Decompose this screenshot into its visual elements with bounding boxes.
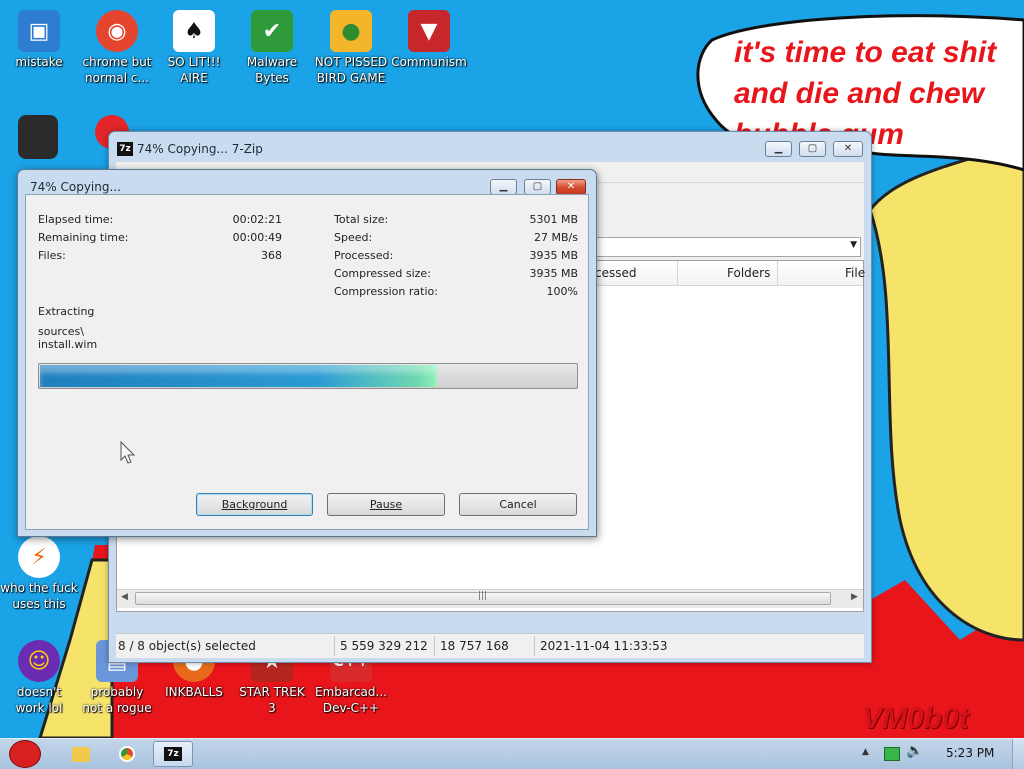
dialog-close-button[interactable]: ✕ xyxy=(556,179,586,195)
volume-icon[interactable]: 🔈 xyxy=(906,743,923,759)
shield-check-icon: ✔ xyxy=(251,10,293,52)
cards-icon: ♠ xyxy=(173,10,215,52)
scrollbar-thumb[interactable]: ||| xyxy=(135,591,831,605)
speed-label: Speed: xyxy=(334,231,373,244)
current-path: sources\ xyxy=(38,325,84,338)
minimize-button[interactable]: ▁ xyxy=(765,141,792,157)
dropdown-arrow-icon[interactable]: ▼ xyxy=(850,240,857,250)
status-size: 5 559 329 212 xyxy=(340,639,428,653)
total-size-value: 5301 MB xyxy=(529,213,578,226)
start-button[interactable] xyxy=(4,740,46,768)
files-value: 368 xyxy=(261,249,282,262)
taskbar-7zip[interactable]: 7z xyxy=(153,741,193,767)
desktop-icon-solitaire[interactable]: ♠ SO LIT!!! AIRE xyxy=(155,4,233,85)
total-size-label: Total size: xyxy=(334,213,389,226)
speech-bubble-line-2: and die and chew xyxy=(734,77,986,110)
maximize-button[interactable]: ▢ xyxy=(799,141,826,157)
elapsed-time-value: 00:02:21 xyxy=(232,213,282,226)
desktop-icon-malwarebytes[interactable]: ✔ Malware Bytes xyxy=(233,4,311,85)
desktop-icon-chrome[interactable]: ◉ chrome but normal c... xyxy=(78,4,156,85)
operation-label: Extracting xyxy=(38,305,95,318)
clock[interactable]: 5:23 PM xyxy=(946,746,994,760)
close-button[interactable]: ✕ xyxy=(833,141,863,157)
background-button[interactable]: Background xyxy=(196,493,313,516)
taskbar-chrome[interactable] xyxy=(112,741,142,767)
scroll-left-icon[interactable]: ◀ xyxy=(121,592,128,602)
speaker-icon[interactable] xyxy=(18,115,58,159)
desktop-icon-who-uses-this[interactable]: ⚡ who the fuck uses this xyxy=(0,530,78,611)
compressed-size-label: Compressed size: xyxy=(334,267,431,280)
cancel-button[interactable]: Cancel xyxy=(459,493,577,516)
green-pig-icon: ● xyxy=(330,10,372,52)
show-desktop-button[interactable] xyxy=(1012,739,1024,769)
progress-dialog-body: Elapsed time: 00:02:21 Remaining time: 0… xyxy=(25,194,589,530)
address-input[interactable]: ▼ xyxy=(596,237,861,257)
progress-dialog-title: 74% Copying... xyxy=(30,180,121,194)
desktop-icon-mistake[interactable]: ▣ mistake xyxy=(0,4,78,84)
mouse-cursor-icon xyxy=(120,441,136,464)
status-modified: 2021-11-04 11:33:53 xyxy=(540,639,668,653)
desktop-icon-yahoo[interactable]: ☺ doesn't work lol xyxy=(0,634,78,715)
horizontal-scrollbar[interactable]: ◀ ||| ▶ xyxy=(117,589,863,608)
column-header-folders[interactable]: Folders xyxy=(727,266,770,280)
progress-bar xyxy=(38,363,578,389)
pause-button[interactable]: Pause xyxy=(327,493,445,516)
compression-ratio-label: Compression ratio: xyxy=(334,285,438,298)
speed-value: 27 MB/s xyxy=(534,231,578,244)
files-label: Files: xyxy=(38,249,66,262)
processed-label: Processed: xyxy=(334,249,394,262)
speech-bubble-line-1: it's time to eat shit xyxy=(734,36,998,69)
sevenzip-app-icon: 7z xyxy=(117,142,133,156)
processed-value: 3935 MB xyxy=(529,249,578,262)
taskbar-explorer[interactable] xyxy=(66,741,96,767)
elapsed-time-label: Elapsed time: xyxy=(38,213,114,226)
status-packed-size: 18 757 168 xyxy=(440,639,509,653)
remaining-time-value: 00:00:49 xyxy=(232,231,282,244)
dialog-maximize-button[interactable]: ▢ xyxy=(524,179,551,195)
current-file: install.wim xyxy=(38,338,98,351)
remaining-time-label: Remaining time: xyxy=(38,231,129,244)
progress-bar-fill xyxy=(40,365,437,387)
dialog-minimize-button[interactable]: ▁ xyxy=(490,179,517,195)
angry-bird-icon xyxy=(9,740,41,768)
computer-icon: ▣ xyxy=(18,10,60,52)
compressed-size-value: 3935 MB xyxy=(529,267,578,280)
copy-progress-dialog[interactable]: 74% Copying... ▁ ▢ ✕ Elapsed time: 00:02… xyxy=(17,169,597,537)
status-selected: 8 / 8 object(s) selected xyxy=(118,639,256,653)
column-header-processed[interactable]: cessed xyxy=(595,266,636,280)
folder-icon xyxy=(72,746,90,762)
sevenzip-window-title: 74% Copying... 7-Zip xyxy=(137,142,263,156)
desktop-icon-bird-game[interactable]: ● NOT PISSED BIRD GAME xyxy=(312,4,390,85)
watermark: VM0b0t xyxy=(862,702,969,735)
grip-icon: ||| xyxy=(478,591,488,601)
network-icon[interactable] xyxy=(884,747,900,761)
show-hidden-icons[interactable]: ▲ xyxy=(862,747,869,757)
taskbar: 7z ▲ 🔈 5:23 PM xyxy=(0,738,1024,769)
emblem-icon: ▼ xyxy=(408,10,450,52)
sevenzip-icon: 7z xyxy=(164,747,182,761)
column-header-files[interactable]: File xyxy=(845,266,865,280)
smiley-icon: ☺ xyxy=(18,640,60,682)
chrome-icon: ◉ xyxy=(96,10,138,52)
status-bar: 8 / 8 object(s) selected 5 559 329 212 1… xyxy=(116,633,864,658)
chrome-icon xyxy=(119,746,135,762)
compression-ratio-value: 100% xyxy=(546,285,578,298)
lightning-icon: ⚡ xyxy=(18,536,60,578)
scroll-right-icon[interactable]: ▶ xyxy=(851,592,858,602)
desktop-icon-communism[interactable]: ▼ Communism xyxy=(390,4,468,84)
